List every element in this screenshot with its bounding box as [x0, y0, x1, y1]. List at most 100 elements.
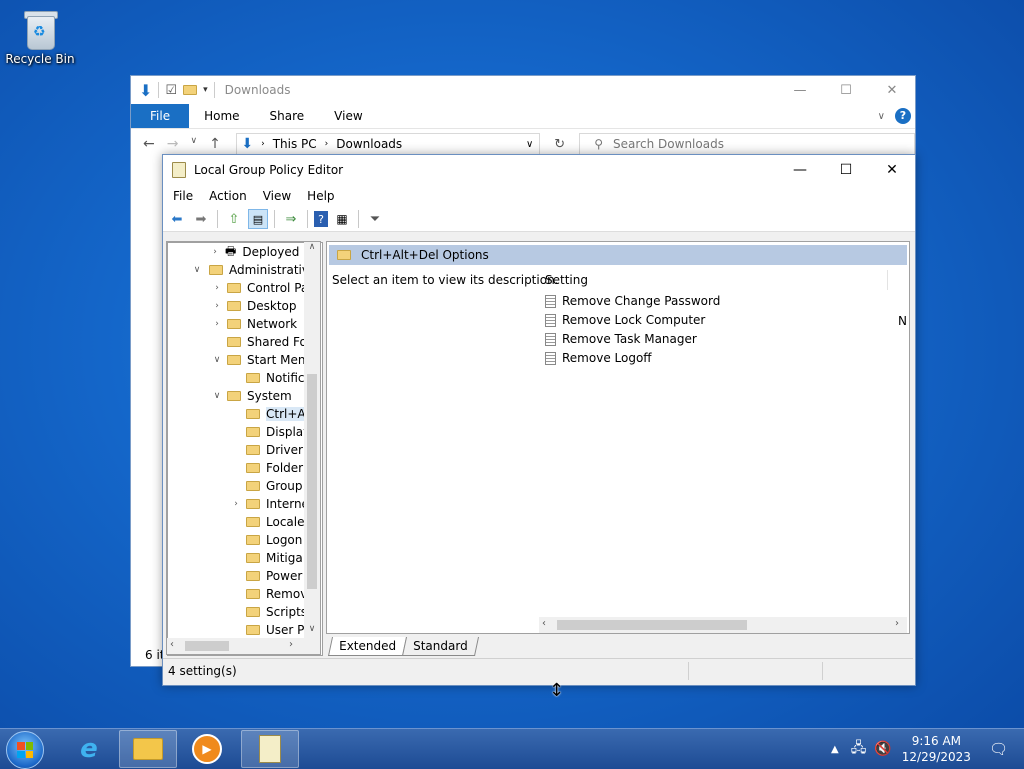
- taskbar-internet-explorer[interactable]: e: [60, 730, 118, 768]
- ribbon-tab-home[interactable]: Home: [189, 104, 254, 128]
- properties-pane-icon[interactable]: ▦: [332, 209, 352, 229]
- start-button[interactable]: [6, 731, 44, 769]
- expand-arrow-icon[interactable]: ›: [211, 283, 223, 293]
- taskbar-file-explorer[interactable]: [119, 730, 177, 768]
- folder-icon[interactable]: [183, 85, 198, 95]
- setting-remove-lock-computer[interactable]: Remove Lock Computer: [545, 313, 705, 327]
- column-header-setting[interactable]: Setting: [545, 273, 588, 287]
- tree-item-driver[interactable]: Driver: [246, 441, 303, 459]
- tree-item-internet[interactable]: › Interne: [230, 495, 305, 513]
- setting-remove-logoff[interactable]: Remove Logoff: [545, 351, 652, 365]
- setting-remove-task-manager[interactable]: Remove Task Manager: [545, 332, 697, 346]
- menu-help[interactable]: Help: [299, 189, 342, 203]
- tree-item-power[interactable]: Power: [246, 567, 302, 585]
- up-folder-icon[interactable]: ⇧: [224, 209, 244, 229]
- tree-item-display[interactable]: Display: [246, 423, 305, 441]
- scroll-right-icon[interactable]: ›: [895, 618, 899, 629]
- tree-item-scripts[interactable]: Scripts: [246, 603, 305, 621]
- properties-icon[interactable]: ☑: [165, 83, 177, 98]
- taskbar-media-player[interactable]: ▶: [178, 730, 236, 768]
- tree-item-control-panel[interactable]: › Control Pa: [211, 279, 305, 297]
- back-icon[interactable]: ←: [143, 136, 155, 152]
- back-arrow-icon[interactable]: ⬅: [167, 209, 187, 229]
- expand-arrow-icon[interactable]: ›: [211, 319, 223, 329]
- help-icon[interactable]: ?: [895, 108, 911, 124]
- details-pane[interactable]: Ctrl+Alt+Del Options Select an item to v…: [326, 241, 910, 634]
- scroll-left-icon[interactable]: ‹: [170, 639, 174, 650]
- taskbar-group-policy-editor[interactable]: [241, 730, 299, 768]
- expand-arrow-icon[interactable]: ›: [209, 247, 221, 257]
- breadcrumb-this-pc[interactable]: This PC: [273, 137, 317, 151]
- tree-item-folder[interactable]: Folder: [246, 459, 303, 477]
- gpe-titlebar[interactable]: Local Group Policy Editor — ☐ ✕: [163, 155, 915, 185]
- breadcrumb-separator-icon[interactable]: ›: [261, 139, 265, 149]
- address-dropdown-icon[interactable]: ∨: [526, 139, 533, 150]
- gpe-minimize-icon[interactable]: —: [777, 162, 823, 178]
- tab-extended[interactable]: Extended: [327, 637, 408, 656]
- tree-item-start-menu[interactable]: ∨ Start Menu: [211, 351, 305, 369]
- gpe-maximize-icon[interactable]: ☐: [823, 162, 869, 178]
- details-horizontal-scrollbar[interactable]: ‹ ›: [539, 617, 907, 633]
- ribbon-expand-icon[interactable]: ∨: [878, 111, 885, 122]
- tree-item-removable[interactable]: Remov: [246, 585, 305, 603]
- tree-item-group[interactable]: Group: [246, 477, 303, 495]
- tree-item-user-profiles[interactable]: User Pr: [246, 621, 305, 638]
- tree-item-system[interactable]: ∨ System: [211, 387, 292, 405]
- expand-arrow-icon[interactable]: ›: [230, 499, 242, 509]
- quick-access-dropdown-icon[interactable]: ▾: [203, 85, 208, 95]
- scroll-right-icon[interactable]: ›: [289, 639, 293, 650]
- notifications-icon[interactable]: 🗨: [989, 740, 1008, 758]
- help-book-icon[interactable]: ?: [314, 211, 328, 227]
- gpe-close-icon[interactable]: ✕: [869, 162, 915, 178]
- address-bar[interactable]: ⬇ › This PC › Downloads ∨: [236, 133, 541, 155]
- column-divider[interactable]: [887, 270, 888, 290]
- up-icon[interactable]: ↑: [209, 136, 221, 152]
- collapse-arrow-icon[interactable]: ∨: [191, 265, 203, 275]
- collapse-arrow-icon[interactable]: ∨: [211, 391, 223, 401]
- explorer-titlebar[interactable]: ⬇ ☑ ▾ Downloads — ☐ ✕: [131, 76, 915, 104]
- network-icon[interactable]: 🖧: [851, 737, 867, 761]
- ribbon-tab-file[interactable]: File: [131, 104, 190, 128]
- ribbon-tab-view[interactable]: View: [319, 104, 377, 128]
- scroll-left-icon[interactable]: ‹: [542, 618, 546, 629]
- scroll-down-icon[interactable]: ∨: [304, 624, 320, 634]
- show-hide-tree-icon[interactable]: ▤: [248, 209, 268, 229]
- recent-dropdown-icon[interactable]: ∨: [190, 136, 197, 152]
- recycle-bin-desktop-icon[interactable]: ♻ Recycle Bin: [4, 8, 76, 66]
- maximize-icon[interactable]: ☐: [823, 83, 869, 98]
- scroll-thumb[interactable]: [307, 374, 317, 589]
- tree-item-ctrl-alt-del[interactable]: Ctrl+A: [246, 405, 305, 423]
- export-list-icon[interactable]: ⇒: [281, 209, 301, 229]
- breadcrumb-downloads[interactable]: Downloads: [336, 137, 402, 151]
- tree-item-network[interactable]: › Network: [211, 315, 297, 333]
- filter-icon[interactable]: ⏷: [365, 209, 385, 229]
- breadcrumb-chevron-icon[interactable]: ›: [325, 139, 329, 149]
- refresh-icon[interactable]: ↻: [554, 137, 565, 152]
- close-icon[interactable]: ✕: [869, 83, 915, 98]
- tree-horizontal-scrollbar[interactable]: ‹ ›: [167, 638, 320, 654]
- show-hidden-icons-icon[interactable]: ▲: [831, 744, 839, 755]
- tree-item-administrative[interactable]: ∨ Administrative: [191, 261, 305, 279]
- scroll-thumb[interactable]: [185, 641, 229, 651]
- volume-muted-icon[interactable]: 🔇: [874, 741, 891, 757]
- tree-item-logon[interactable]: Logon: [246, 531, 302, 549]
- search-input[interactable]: ⚲ Search Downloads: [579, 133, 915, 155]
- clock[interactable]: 9:16 AM 12/29/2023: [902, 733, 971, 765]
- minimize-icon[interactable]: —: [777, 83, 823, 98]
- expand-arrow-icon[interactable]: ›: [211, 301, 223, 311]
- scroll-thumb[interactable]: [557, 620, 747, 630]
- collapse-arrow-icon[interactable]: ∨: [211, 355, 223, 365]
- forward-icon[interactable]: →: [167, 136, 179, 152]
- tab-standard[interactable]: Standard: [401, 637, 479, 656]
- setting-remove-change-password[interactable]: Remove Change Password: [545, 294, 720, 308]
- menu-action[interactable]: Action: [201, 189, 255, 203]
- tree-item-desktop[interactable]: › Desktop: [211, 297, 296, 315]
- tree-item-deployed[interactable]: › 🖶 Deployed: [209, 243, 299, 261]
- tree-item-notifications[interactable]: Notific: [246, 369, 305, 387]
- forward-arrow-icon[interactable]: ➡: [191, 209, 211, 229]
- tree-item-locale[interactable]: Locale: [246, 513, 304, 531]
- tree-vertical-scrollbar[interactable]: ∧ ∨: [304, 242, 320, 638]
- tree-item-mitigation[interactable]: Mitiga: [246, 549, 303, 567]
- tree-item-shared-folders[interactable]: Shared Fol: [227, 333, 305, 351]
- scroll-up-icon[interactable]: ∧: [304, 242, 320, 252]
